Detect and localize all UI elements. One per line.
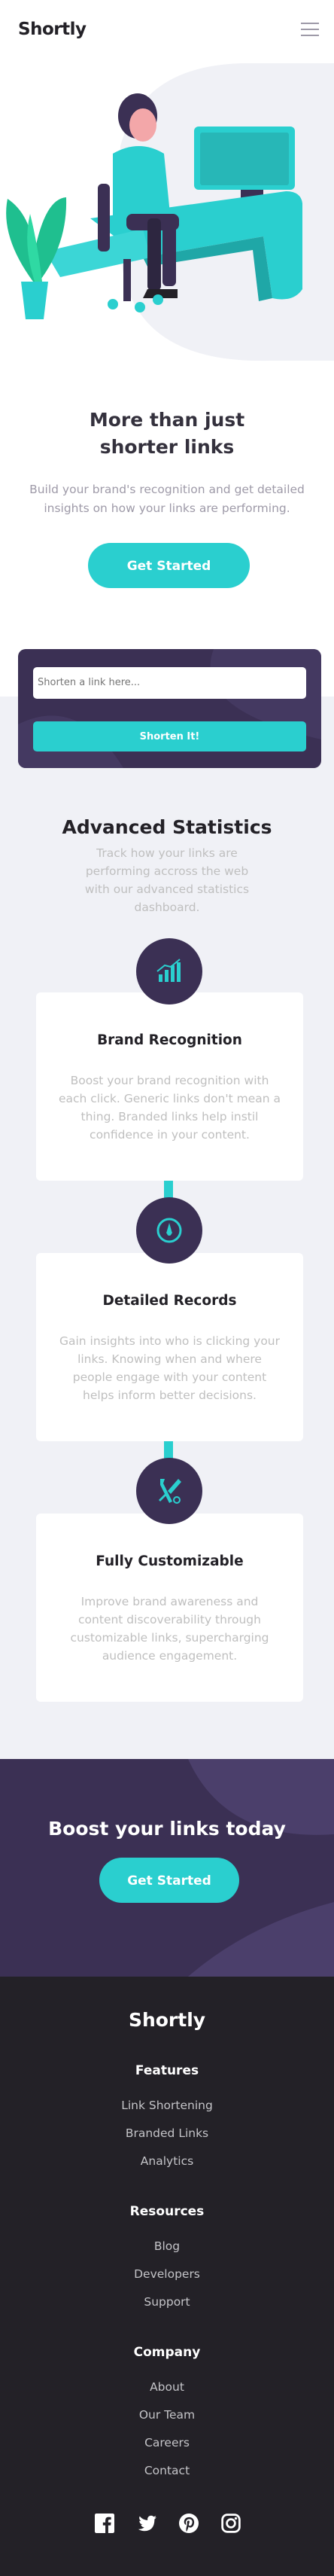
site-footer: Shortly Features Link Shortening Branded… <box>0 1977 334 2576</box>
boost-get-started-button[interactable]: Get Started <box>99 1858 239 1903</box>
card-title: Detailed Records <box>102 1293 237 1309</box>
boost-title: Boost your links today <box>48 1818 286 1840</box>
card-text: Improve brand awareness and content disc… <box>53 1593 287 1665</box>
hero-title-line: shorter links <box>99 436 235 458</box>
footer-link-support[interactable]: Support <box>0 2295 334 2309</box>
card-title: Brand Recognition <box>97 1032 242 1048</box>
card-text-line: audience engagement. <box>102 1649 238 1663</box>
card-text-line: links. Knowing when and where <box>77 1352 262 1366</box>
card-text-line: Gain insights into who is clicking your <box>59 1334 281 1348</box>
card-text-line: people engage with your content <box>72 1370 267 1384</box>
stats-title: Advanced Statistics <box>62 816 272 838</box>
stats-subtitle-line: Track how your links are <box>96 846 238 860</box>
footer-link-blog[interactable]: Blog <box>0 2239 334 2253</box>
instagram-icon[interactable] <box>221 2514 241 2533</box>
card-text-line: customizable links, supercharging <box>70 1631 269 1645</box>
facebook-icon[interactable] <box>95 2514 114 2533</box>
card-title: Fully Customizable <box>96 1553 244 1569</box>
card-text-line: each click. Generic links don't mean a <box>58 1092 281 1105</box>
card-text-line: Boost your brand recognition with <box>70 1074 269 1087</box>
card-text-line: Improve brand awareness and <box>80 1595 259 1608</box>
feature-card-fully-customizable: Fully Customizable Improve brand awarene… <box>36 1514 303 1702</box>
twitter-icon[interactable] <box>137 2514 156 2533</box>
hero-illustration <box>0 63 334 364</box>
hero-subtitle-line: Build your brand's recognition and get d… <box>29 483 305 496</box>
hero-subtitle: Build your brand's recognition and get d… <box>23 480 311 518</box>
footer-link-analytics[interactable]: Analytics <box>0 2154 334 2168</box>
footer-link-developers[interactable]: Developers <box>0 2267 334 2281</box>
boost-section: Boost your links today Get Started <box>0 1759 334 1977</box>
card-text-line: thing. Branded links help instil <box>80 1110 259 1123</box>
stats-subtitle-line: with our advanced statistics <box>84 883 250 896</box>
footer-link-careers[interactable]: Careers <box>0 2436 334 2449</box>
footer-heading-features: Features <box>135 2063 199 2078</box>
hero-get-started-button[interactable]: Get Started <box>88 543 250 588</box>
footer-link-about[interactable]: About <box>0 2380 334 2394</box>
card-text-line: helps inform better decisions. <box>83 1389 257 1402</box>
stats-subtitle-line: dashboard. <box>134 901 200 914</box>
footer-link-branded-links[interactable]: Branded Links <box>0 2126 334 2140</box>
feature-card-detailed-records: Detailed Records Gain insights into who … <box>36 1253 303 1441</box>
footer-link-our-team[interactable]: Our Team <box>0 2408 334 2422</box>
brand-recognition-chart-icon <box>136 938 202 1004</box>
footer-heading-company: Company <box>133 2345 201 2360</box>
footer-link-link-shortening[interactable]: Link Shortening <box>0 2099 334 2112</box>
feature-card-brand-recognition: Brand Recognition Boost your brand recog… <box>36 992 303 1181</box>
detailed-records-gauge-icon <box>136 1197 202 1264</box>
footer-heading-resources: Resources <box>129 2204 205 2219</box>
stats-subtitle-line: performing accross the web <box>85 864 249 878</box>
hero-subtitle-line: insights on how your links are performin… <box>44 501 290 515</box>
hamburger-menu-icon[interactable] <box>301 23 319 38</box>
stats-subtitle: Track how your links are performing accr… <box>78 844 256 916</box>
hero-title-line: More than just <box>89 409 245 431</box>
card-text: Gain insights into who is clicking your … <box>53 1332 287 1404</box>
pinterest-icon[interactable] <box>179 2514 199 2533</box>
card-text-line: confidence in your content. <box>90 1128 250 1142</box>
site-logo[interactable]: Shortly <box>18 20 87 39</box>
card-text-line: content discoverability through <box>78 1613 261 1626</box>
footer-link-contact[interactable]: Contact <box>0 2464 334 2477</box>
site-header: Shortly <box>0 0 334 63</box>
hero-title: More than just shorter links <box>30 407 304 461</box>
shorten-form: Shorten It! <box>18 649 321 768</box>
footer-logo[interactable]: Shortly <box>0 2009 334 2031</box>
shorten-it-button[interactable]: Shorten It! <box>33 721 306 751</box>
link-input[interactable] <box>33 667 306 699</box>
customizable-tools-icon <box>136 1458 202 1524</box>
card-text: Boost your brand recognition with each c… <box>53 1072 287 1144</box>
